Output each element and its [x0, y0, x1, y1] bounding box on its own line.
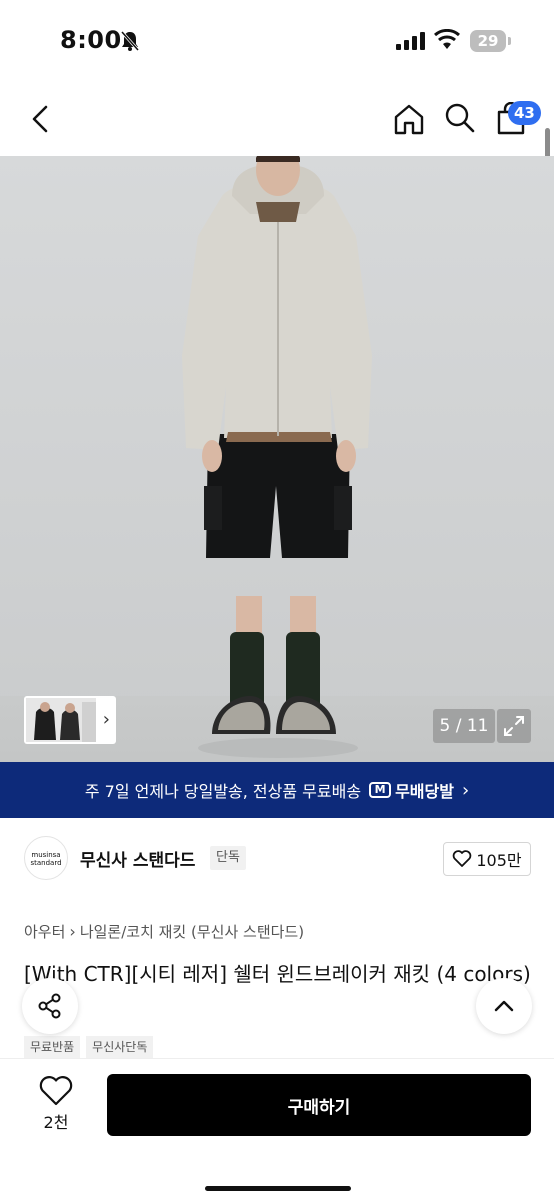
delivery-m-icon: M [369, 782, 392, 798]
exclusive-badge: 단독 [210, 846, 246, 870]
thumbnail-strip[interactable]: › [24, 696, 116, 744]
tag-musinsa-exclusive: 무신사단독 [86, 1036, 154, 1058]
expand-icon [504, 716, 524, 736]
battery-tip [508, 37, 511, 45]
top-nav-bar: 43 [0, 84, 554, 156]
brand-like-button[interactable]: 105만 [443, 842, 531, 876]
home-icon[interactable] [392, 102, 426, 136]
product-title: [With CTR][시티 레저] 쉘터 윈드브레이커 재킷 (4 colors… [24, 962, 531, 986]
product-tags: 무료반품 무신사단독 [24, 1036, 154, 1058]
wifi-icon [434, 29, 460, 49]
tag-free-return: 무료반품 [24, 1036, 81, 1058]
brand-logo[interactable]: musinsa standard [24, 836, 68, 880]
back-arrow-icon[interactable] [24, 102, 58, 136]
brand-like-count: 105만 [476, 851, 522, 870]
heart-icon [453, 850, 472, 867]
battery-indicator: 29 [470, 30, 506, 52]
brand-logo-line1: musinsa [31, 851, 61, 859]
free-delivery-badge: M 무배당발 [369, 778, 454, 802]
status-bar: 8:00 29 [0, 0, 554, 84]
search-icon[interactable] [444, 102, 476, 134]
breadcrumb-subcategory[interactable]: 나일론/코치 재킷 (무신사 스탠다드) [80, 921, 304, 942]
home-indicator [205, 1186, 351, 1191]
product-image-gallery[interactable]: › 5 / 11 [0, 156, 554, 762]
promo-text: 주 7일 언제나 당일발송, 전상품 무료배송 [84, 782, 362, 801]
expand-button[interactable] [497, 709, 531, 743]
brand-row: musinsa standard 무신사 스탠다드 단독 105만 [0, 834, 554, 882]
chevron-right-icon: › [461, 779, 470, 801]
heart-icon[interactable] [38, 1075, 74, 1107]
share-button[interactable] [22, 978, 78, 1034]
share-icon [38, 993, 61, 1019]
buy-button[interactable]: 구매하기 [107, 1074, 531, 1136]
chevron-right-icon: › [69, 922, 76, 941]
free-delivery-label: 무배당발 [395, 782, 454, 801]
delivery-promo-banner[interactable]: 주 7일 언제나 당일발송, 전상품 무료배송 M 무배당발 › [0, 762, 554, 818]
chevron-right-icon: › [102, 709, 110, 730]
scroll-top-button[interactable] [476, 978, 532, 1034]
thumbnail-models-image [26, 698, 96, 742]
bottom-action-bar: 2천 구매하기 [0, 1058, 554, 1200]
chevron-up-icon [494, 1000, 514, 1012]
brand-name[interactable]: 무신사 스탠다드 [80, 846, 195, 871]
cellular-signal-icon [396, 32, 425, 50]
image-counter: 5 / 11 [433, 709, 495, 743]
bell-muted-icon [120, 31, 140, 51]
product-model-image [182, 156, 372, 758]
status-time: 8:00 [60, 26, 122, 54]
cart-count-badge: 43 [508, 101, 541, 125]
like-count: 2천 [43, 1113, 69, 1132]
brand-logo-line2: standard [30, 859, 62, 867]
thumbnail-image [26, 698, 96, 742]
breadcrumb-category[interactable]: 아우터 [24, 921, 65, 942]
breadcrumb: 아우터 › 나일론/코치 재킷 (무신사 스탠다드) [24, 921, 304, 942]
